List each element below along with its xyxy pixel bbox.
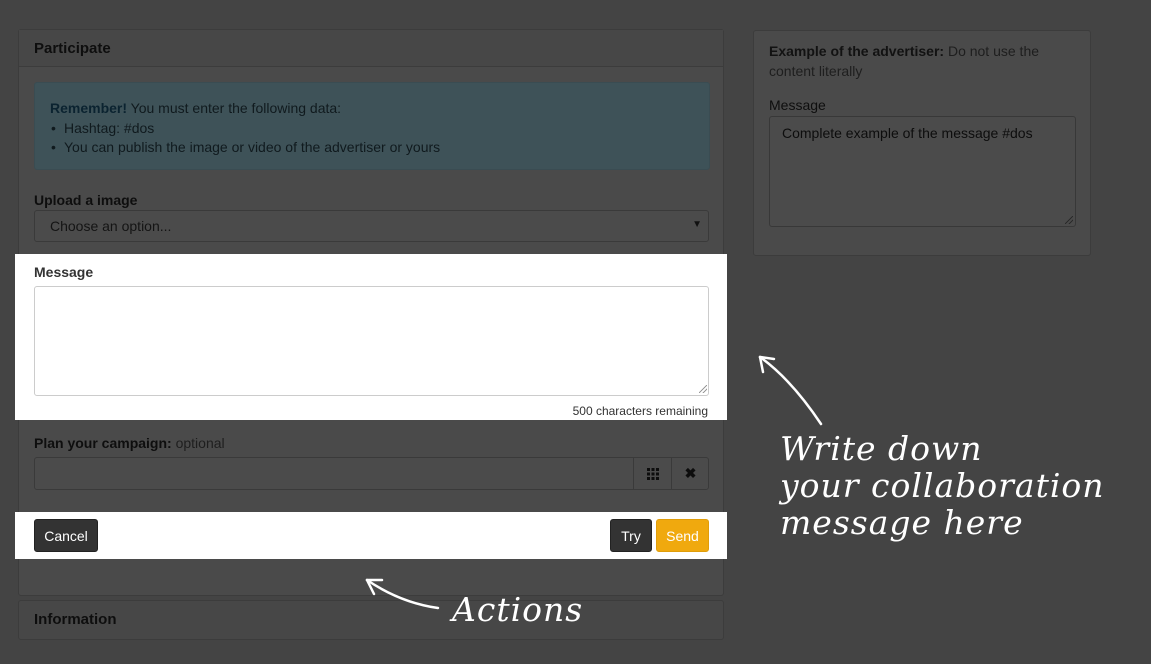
- upload-label: Upload a image: [34, 192, 138, 208]
- example-strong: Example of the advertiser:: [769, 43, 945, 59]
- message-textarea[interactable]: [34, 286, 709, 396]
- plan-label-text: Plan your campaign:: [34, 435, 172, 451]
- message-hint-line-2: your collaboration: [780, 466, 1105, 505]
- alert-item-hashtag: Hashtag: #dos: [50, 119, 694, 139]
- actions-hint: Actions: [452, 590, 584, 629]
- example-message-label: Message: [769, 97, 826, 113]
- upload-select-value: Choose an option...: [50, 218, 172, 234]
- information-title: Information: [34, 611, 117, 628]
- alert-strong: Remember!: [50, 100, 128, 116]
- alert-list: Hashtag: #dos You can publish the image …: [50, 119, 694, 158]
- resize-grip-icon[interactable]: [699, 385, 707, 393]
- resize-grip-icon: [1065, 215, 1073, 224]
- arrow-icon: [758, 355, 823, 426]
- message-hint-line-1: Write down: [780, 429, 983, 468]
- example-message-box: Complete example of the message #dos: [769, 115, 1076, 227]
- try-button[interactable]: Try: [610, 519, 652, 552]
- example-message-text: Complete example of the message #dos: [782, 124, 1033, 141]
- grid-icon-svg: [646, 467, 659, 480]
- caret-down-icon: ▼: [692, 219, 702, 230]
- example-panel: Example of the advertiser: Do not use th…: [753, 30, 1091, 256]
- cancel-button[interactable]: Cancel: [34, 519, 98, 552]
- upload-select[interactable]: Choose an option... ▼: [34, 210, 709, 242]
- panel-title: Participate: [19, 30, 723, 67]
- characters-remaining: 500 characters remaining: [572, 404, 708, 418]
- reminder-alert: Remember! You must enter the following d…: [34, 82, 710, 170]
- arrow-icon: [365, 578, 440, 610]
- example-heading: Example of the advertiser: Do not use th…: [769, 42, 1075, 81]
- message-label: Message: [34, 264, 94, 280]
- message-hint-line-3: message here: [780, 503, 1024, 542]
- close-icon[interactable]: ✖: [671, 458, 709, 489]
- plan-input[interactable]: ✖: [34, 457, 709, 490]
- plan-label: Plan your campaign: optional: [34, 435, 225, 451]
- actions-bar: Cancel Try Send: [15, 512, 727, 559]
- message-section: Message 500 characters remaining: [15, 254, 727, 420]
- plan-optional: optional: [171, 435, 225, 451]
- grid-icon[interactable]: [633, 458, 671, 489]
- alert-item-publish: You can publish the image or video of th…: [50, 138, 694, 158]
- send-button[interactable]: Send: [656, 519, 709, 552]
- alert-text: You must enter the following data:: [127, 100, 342, 116]
- message-hint: Write down your collaboration message he…: [780, 430, 1150, 541]
